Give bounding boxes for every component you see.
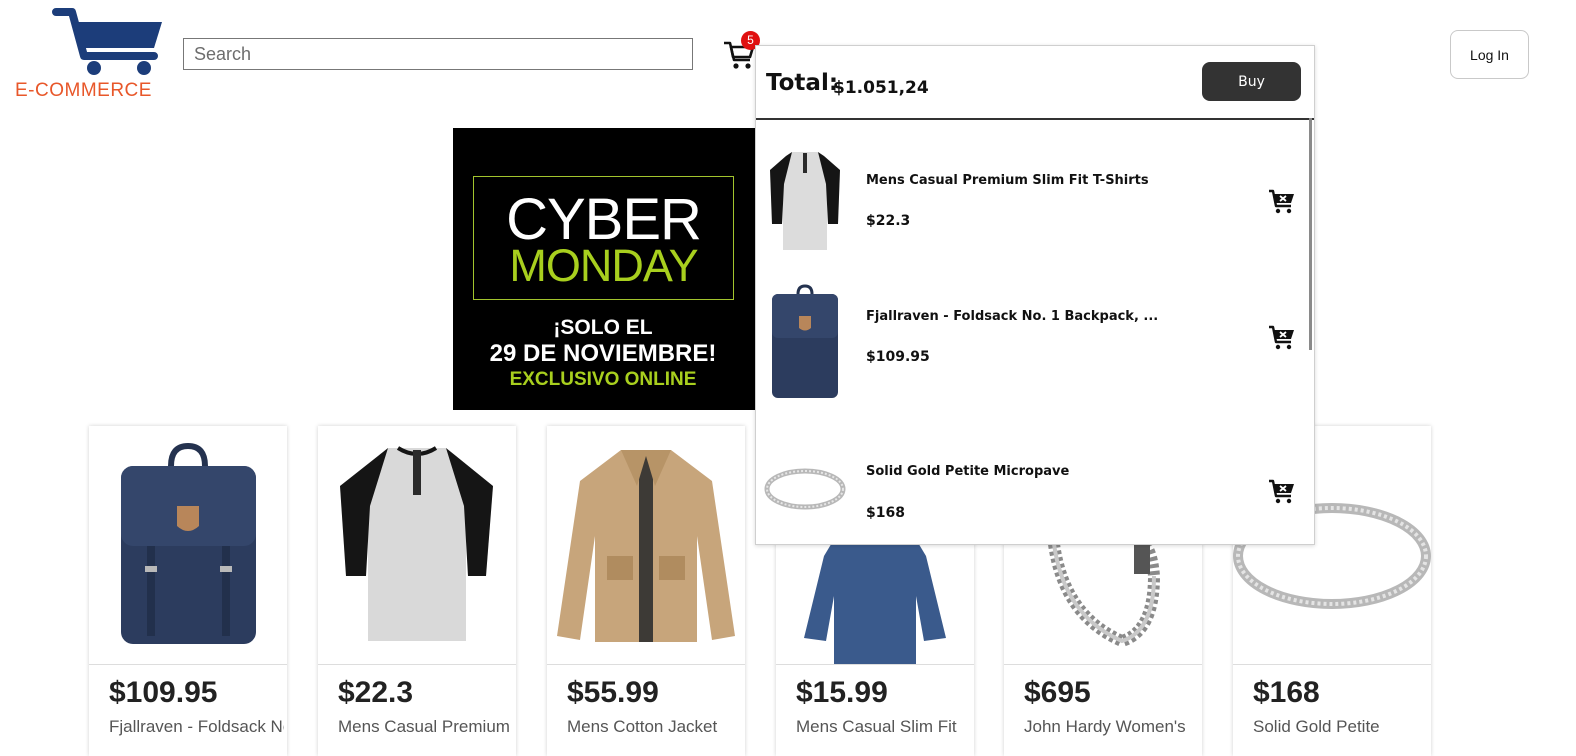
banner-frame: CYBER MONDAY [473,176,734,300]
product-card[interactable]: $22.3 Mens Casual Premium Slim Fit T-Shi… [318,426,516,756]
product-title[interactable]: Mens Cotton Jacket [567,717,742,737]
cart-remove-icon[interactable] [1268,324,1296,352]
backpack-image [121,442,256,644]
product-title[interactable]: Mens Casual Slim Fit [796,717,971,737]
product-price: $109.95 [109,676,218,709]
banner-line-3: EXCLUSIVO ONLINE [509,369,697,390]
ring-image [764,468,846,510]
product-title[interactable]: Solid Gold Petite [1253,717,1428,737]
cart-total-label: Total: [766,70,839,96]
cart-item-price: $168 [866,505,905,521]
cart-summary: Total: $1.051,24 Buy [756,46,1314,120]
product-card[interactable]: $55.99 Mens Cotton Jacket [547,426,745,756]
banner-word-monday: MONDAY [509,240,698,291]
product-title[interactable]: John Hardy Women's [1024,717,1199,737]
backpack-image [772,284,838,398]
cart-scrollbar[interactable] [1309,118,1312,350]
cart-item-name: Fjallraven - Foldsack No. 1 Backpack, ..… [866,309,1159,324]
banner-line-2: 29 DE NOVIEMBRE! [489,340,717,367]
cart-item: Solid Gold Petite Micropave $168 [756,448,1306,544]
cart-item-price: $109.95 [866,349,930,365]
raglan-shirt-image [340,446,493,641]
shopping-cart-logo-icon [52,8,162,75]
promo-banner[interactable]: CYBER MONDAY ¡SOLO EL 29 DE NOVIEMBRE! E… [453,128,763,410]
cart-dropdown[interactable]: Total: $1.051,24 Buy Mens Casual Premium… [755,45,1315,545]
product-title[interactable]: Fjallraven - Foldsack No. 1 Backpack [109,717,284,737]
cart-item-name: Solid Gold Petite Micropave [866,464,1070,479]
raglan-shirt-image [770,152,840,250]
product-title[interactable]: Mens Casual Premium Slim Fit T-Shirts [338,717,513,737]
banner-line-1: ¡SOLO EL [553,316,653,339]
cart-item: Mens Casual Premium Slim Fit T-Shirts $2… [756,150,1306,280]
jacket-image [557,450,735,642]
cart-item-price: $22.3 [866,213,911,229]
cart-remove-icon[interactable] [1268,478,1296,506]
cart-item-name: Mens Casual Premium Slim Fit T-Shirts [866,173,1149,188]
cart-remove-icon[interactable] [1268,188,1296,216]
login-button[interactable]: Log In [1450,30,1529,79]
product-image[interactable] [318,426,516,665]
cart-total-value: $1.051,24 [833,78,929,98]
product-price: $55.99 [567,676,659,709]
product-price: $22.3 [338,676,414,709]
product-image[interactable] [89,426,287,665]
product-card[interactable]: $109.95 Fjallraven - Foldsack No. 1 Back… [89,426,287,756]
product-price: $695 [1024,676,1091,709]
search-input[interactable] [183,38,693,70]
logo-text: E-COMMERCE [15,80,152,101]
buy-button[interactable]: Buy [1202,62,1301,101]
product-image[interactable] [547,426,745,665]
product-price: $168 [1253,676,1320,709]
cart-item: Fjallraven - Foldsack No. 1 Backpack, ..… [756,284,1306,416]
product-price: $15.99 [796,676,888,709]
